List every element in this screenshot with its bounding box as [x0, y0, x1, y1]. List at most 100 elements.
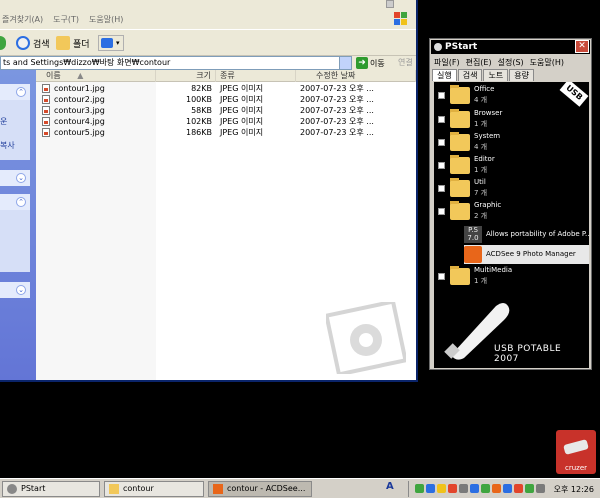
column-name-label: 이름 [46, 71, 61, 80]
tray-icon[interactable] [415, 484, 424, 493]
pstart-menu-file[interactable]: 파일(F) [434, 57, 460, 68]
pstart-titlebar[interactable]: PStart ✕ [431, 40, 590, 54]
jpeg-file-icon [42, 117, 50, 126]
collapse-icon[interactable]: ⌃ [16, 87, 26, 97]
tray-icon[interactable] [426, 484, 435, 493]
file-name: contour4.jpg [54, 117, 105, 126]
column-size[interactable]: 크기 [156, 70, 216, 82]
group-count: 1 개 [474, 277, 488, 285]
collapse-icon[interactable] [438, 208, 445, 215]
tray-icon[interactable] [514, 484, 523, 493]
expand-icon[interactable] [438, 185, 445, 192]
menu-favorites[interactable]: 즐겨찾기(A) [2, 14, 43, 25]
file-size: 58KB [191, 106, 212, 115]
group-browser[interactable]: Browser 1 개 [434, 108, 589, 132]
task-pane-header-4[interactable]: ⌄ [0, 282, 30, 298]
desktop: 즐겨찾기(A) 도구(T) 도움말(H) 검색 폴더 ▾ ts and Sett… [0, 0, 600, 498]
taskbar: PStart contour contour - ACDSee... A 오후 … [0, 478, 600, 498]
program-name: ACDSee 9 Photo Manager [486, 250, 576, 258]
file-modified: 2007-07-23 오후 ... [300, 106, 374, 115]
group-count: 4 개 [474, 143, 488, 151]
file-type: JPEG 이미지 [220, 128, 264, 137]
group-office[interactable]: Office 4 개 [434, 84, 589, 108]
expand-icon[interactable]: ⌄ [16, 285, 26, 295]
task-pane-header-1[interactable]: ⌃ [0, 84, 30, 100]
tab-run[interactable]: 실행 [432, 69, 457, 81]
group-util[interactable]: Util 7 개 [434, 177, 589, 201]
expand-icon[interactable] [438, 116, 445, 123]
task-pane-header-3[interactable]: ⌃ [0, 194, 30, 210]
tray-icon[interactable] [503, 484, 512, 493]
pstart-menu-settings[interactable]: 설정(S) [498, 57, 524, 68]
group-name: Browser [474, 109, 503, 117]
task-pane-text-2[interactable]: 복사 [0, 140, 15, 151]
group-system[interactable]: System 4 개 [434, 131, 589, 155]
file-name: contour5.jpg [54, 128, 105, 137]
tab-search[interactable]: 검색 [457, 69, 483, 81]
column-name[interactable]: 이름 ▲ [36, 70, 156, 82]
group-graphic[interactable]: Graphic 2 개 [434, 200, 589, 224]
program-acdsee[interactable]: ACDSee 9 Photo Manager [464, 245, 589, 264]
menu-list: 즐겨찾기(A) 도구(T) 도움말(H) [2, 14, 123, 25]
file-row[interactable]: contour3.jpg 58KB JPEG 이미지 2007-07-23 오후… [36, 105, 416, 116]
volume-icon[interactable] [536, 484, 545, 493]
expand-icon[interactable]: ⌄ [16, 173, 26, 183]
go-button[interactable]: ➜ 이동 [356, 57, 385, 69]
program-photoshop-portable[interactable]: P.S 7.0 Allows portability of Adobe P... [464, 225, 589, 244]
column-modified[interactable]: 수정한 날짜 [296, 70, 416, 82]
language-indicator[interactable]: A [386, 481, 394, 492]
address-dropdown-icon[interactable] [339, 57, 351, 69]
tray-icon[interactable] [470, 484, 479, 493]
taskbar-contour-folder[interactable]: contour [104, 481, 204, 497]
file-name: contour1.jpg [54, 84, 105, 93]
taskbar-pstart[interactable]: PStart [2, 481, 100, 497]
menu-help[interactable]: 도움말(H) [89, 14, 123, 25]
expand-icon[interactable] [438, 273, 445, 280]
views-button[interactable]: ▾ [98, 35, 124, 51]
expand-icon[interactable] [438, 92, 445, 99]
taskbar-acdsee[interactable]: contour - ACDSee... [208, 481, 312, 497]
task-pane-text-1[interactable]: 운 [0, 116, 7, 127]
tray-icon[interactable] [492, 484, 501, 493]
expand-icon[interactable] [438, 139, 445, 146]
column-modified-label: 수정한 날짜 [316, 71, 356, 80]
group-name: MultiMedia [474, 266, 513, 274]
tab-capacity[interactable]: 용량 [509, 69, 534, 81]
cruzer-desktop-icon[interactable]: cruzer [556, 430, 596, 474]
column-type[interactable]: 종류 [216, 70, 296, 82]
forward-icon[interactable] [0, 36, 6, 50]
file-size: 82KB [191, 84, 212, 93]
search-button[interactable]: 검색 [16, 35, 50, 51]
pstart-close-button[interactable]: ✕ [575, 40, 589, 53]
collapse-icon[interactable]: ⌃ [16, 197, 26, 207]
expand-icon[interactable] [438, 162, 445, 169]
tray-icon[interactable] [459, 484, 468, 493]
folder-icon [56, 36, 70, 50]
group-editor[interactable]: Editor 1 개 [434, 154, 589, 178]
tray-icon[interactable] [481, 484, 490, 493]
photoshop-icon: P.S 7.0 [464, 226, 482, 243]
links-label[interactable]: 연결 [398, 57, 413, 68]
task-pane-header-2[interactable]: ⌄ [0, 170, 30, 186]
tray-icon[interactable] [448, 484, 457, 493]
file-row[interactable]: contour1.jpg 82KB JPEG 이미지 2007-07-23 오후… [36, 83, 416, 94]
file-row[interactable]: contour5.jpg 186KB JPEG 이미지 2007-07-23 오… [36, 127, 416, 138]
menu-tools[interactable]: 도구(T) [53, 14, 79, 25]
jpeg-file-icon [42, 106, 50, 115]
folders-button[interactable]: 폴더 [56, 35, 90, 51]
file-row[interactable]: contour2.jpg 100KB JPEG 이미지 2007-07-23 오… [36, 94, 416, 105]
close-icon[interactable] [386, 0, 394, 8]
tray-icon[interactable] [437, 484, 446, 493]
file-modified: 2007-07-23 오후 ... [300, 95, 374, 104]
address-field[interactable]: ts and Settings₩dizzo₩바탕 화면₩contour [0, 56, 352, 70]
file-size: 100KB [185, 95, 212, 104]
file-row[interactable]: contour4.jpg 102KB JPEG 이미지 2007-07-23 오… [36, 116, 416, 127]
group-multimedia[interactable]: MultiMedia 1 개 [434, 265, 589, 289]
pstart-menu-edit[interactable]: 편집(E) [466, 57, 492, 68]
pstart-menu-help[interactable]: 도움말(H) [530, 57, 564, 68]
file-modified: 2007-07-23 오후 ... [300, 84, 374, 93]
task-pane-box-1: 운 복사 [0, 100, 30, 160]
tray-icon[interactable] [525, 484, 534, 493]
clock[interactable]: 오후 12:26 [554, 483, 594, 497]
tab-notes[interactable]: 노트 [483, 69, 509, 81]
